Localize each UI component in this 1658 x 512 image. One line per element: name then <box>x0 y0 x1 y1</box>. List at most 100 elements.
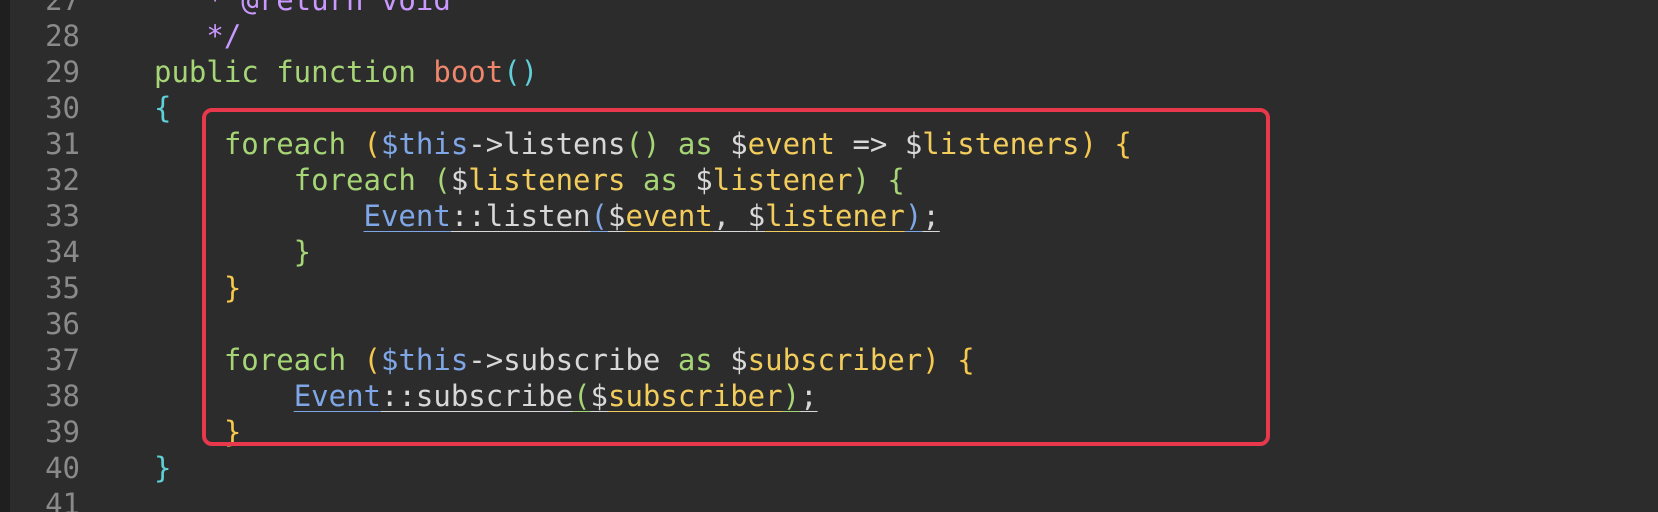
line-number: 37 <box>45 343 80 377</box>
line-text: } <box>154 234 311 270</box>
code-token: $ <box>695 163 713 197</box>
code-token: } <box>154 415 242 449</box>
code-token: listener <box>712 163 853 197</box>
code-line[interactable]: 32 foreach ($listeners as $listener) { <box>0 162 1658 198</box>
code-token: foreach <box>154 343 364 377</box>
code-line[interactable]: 36 <box>0 306 1658 342</box>
code-token: ( <box>590 199 608 233</box>
code-token: * @return void <box>154 0 451 17</box>
code-token: ; <box>922 199 940 233</box>
code-token: ) <box>922 343 940 377</box>
code-token: listener <box>765 199 905 233</box>
code-token: () <box>503 55 539 89</box>
line-number: 32 <box>45 163 80 197</box>
code-token: ( <box>573 379 591 413</box>
code-token: ->subscribe <box>468 343 661 377</box>
code-line[interactable]: 34 } <box>0 234 1658 270</box>
line-text: { <box>154 90 171 126</box>
code-token: */ <box>154 19 242 53</box>
code-token: $ <box>730 343 748 377</box>
line-text: } <box>154 450 171 486</box>
code-token: subscriber <box>747 343 923 377</box>
code-token: event <box>747 127 835 161</box>
line-number: 36 <box>45 307 80 341</box>
code-line[interactable]: 38 Event::subscribe($subscriber); <box>0 378 1658 414</box>
code-token: public <box>154 55 277 89</box>
code-token: } <box>154 235 312 269</box>
line-number: 31 <box>45 127 80 161</box>
code-line[interactable]: 27 * @return void <box>0 0 1658 18</box>
line-number: 29 <box>45 55 80 89</box>
code-line[interactable]: 40} <box>0 450 1658 486</box>
code-token: foreach <box>154 163 434 197</box>
code-line[interactable]: 35 } <box>0 270 1658 306</box>
code-token: $ <box>590 379 608 413</box>
code-line[interactable]: 28 */ <box>0 18 1658 54</box>
code-token: event <box>625 199 713 233</box>
code-token: ::listen <box>450 199 591 233</box>
code-token: ) <box>852 163 870 197</box>
line-text: */ <box>154 18 241 54</box>
line-number: 40 <box>45 451 80 485</box>
code-token: => <box>834 127 905 161</box>
code-token: as <box>660 343 731 377</box>
code-line[interactable]: 37 foreach ($this->subscribe as $subscri… <box>0 342 1658 378</box>
code-token: as <box>660 127 731 161</box>
line-number: 39 <box>45 415 80 449</box>
code-token: () <box>625 127 661 161</box>
line-text: foreach ($this->listens() as $event => $… <box>154 126 1132 162</box>
code-token: ) <box>1079 127 1097 161</box>
code-area[interactable]: 27 * @return void 28 */29 public function … <box>0 0 1658 512</box>
code-token: { <box>154 91 172 125</box>
code-token: $this <box>380 127 469 161</box>
code-token: $ <box>730 127 748 161</box>
code-token: listeners <box>468 163 626 197</box>
code-token: ; <box>800 379 818 413</box>
code-token: { <box>869 163 905 197</box>
code-token: boot <box>433 55 504 89</box>
code-token: } <box>154 271 242 305</box>
line-text: public function boot() <box>154 54 538 90</box>
line-text: Event::listen($event, $listener); <box>154 198 940 234</box>
line-text: foreach ($this->subscribe as $subscriber… <box>154 342 975 378</box>
line-text: } <box>154 270 241 306</box>
code-token: Event <box>363 199 451 233</box>
code-token: { <box>1096 127 1132 161</box>
line-number: 27 <box>45 0 80 17</box>
code-token: $ <box>747 199 766 233</box>
code-token: subscriber <box>608 379 783 413</box>
code-token: as <box>625 163 696 197</box>
line-number: 33 <box>45 199 80 233</box>
code-token: function <box>276 55 434 89</box>
code-token: $ <box>450 163 469 197</box>
line-number: 34 <box>45 235 80 269</box>
code-token: ( <box>363 127 381 161</box>
code-token: ) <box>904 199 923 233</box>
code-line[interactable]: 29 public function boot() <box>0 54 1658 90</box>
line-number: 28 <box>45 19 80 53</box>
code-line[interactable]: 41 <box>0 486 1658 512</box>
code-line[interactable]: 31 foreach ($this->listens() as $event =… <box>0 126 1658 162</box>
line-number: 35 <box>45 271 80 305</box>
line-text: Event::subscribe($subscriber); <box>154 378 818 414</box>
code-line[interactable]: 33 Event::listen($event, $listener); <box>0 198 1658 234</box>
code-token: { <box>939 343 975 377</box>
code-token: $ <box>904 127 923 161</box>
code-token: Event <box>293 379 381 413</box>
code-token: listeners <box>922 127 1080 161</box>
line-text: * @return void <box>154 0 451 18</box>
line-number: 41 <box>45 487 80 512</box>
code-token: ::subscribe <box>381 379 574 413</box>
code-token: } <box>154 451 172 485</box>
code-line[interactable]: 39 } <box>0 414 1658 450</box>
code-editor[interactable]: 27 * @return void 28 */29 public function … <box>0 0 1658 512</box>
code-token: ( <box>433 163 451 197</box>
code-token: foreach <box>154 127 364 161</box>
code-line[interactable]: 30 { <box>0 90 1658 126</box>
code-token: , <box>712 199 748 233</box>
code-token: ) <box>782 379 801 413</box>
code-token: ->listens <box>468 127 626 161</box>
line-text: foreach ($listeners as $listener) { <box>154 162 905 198</box>
